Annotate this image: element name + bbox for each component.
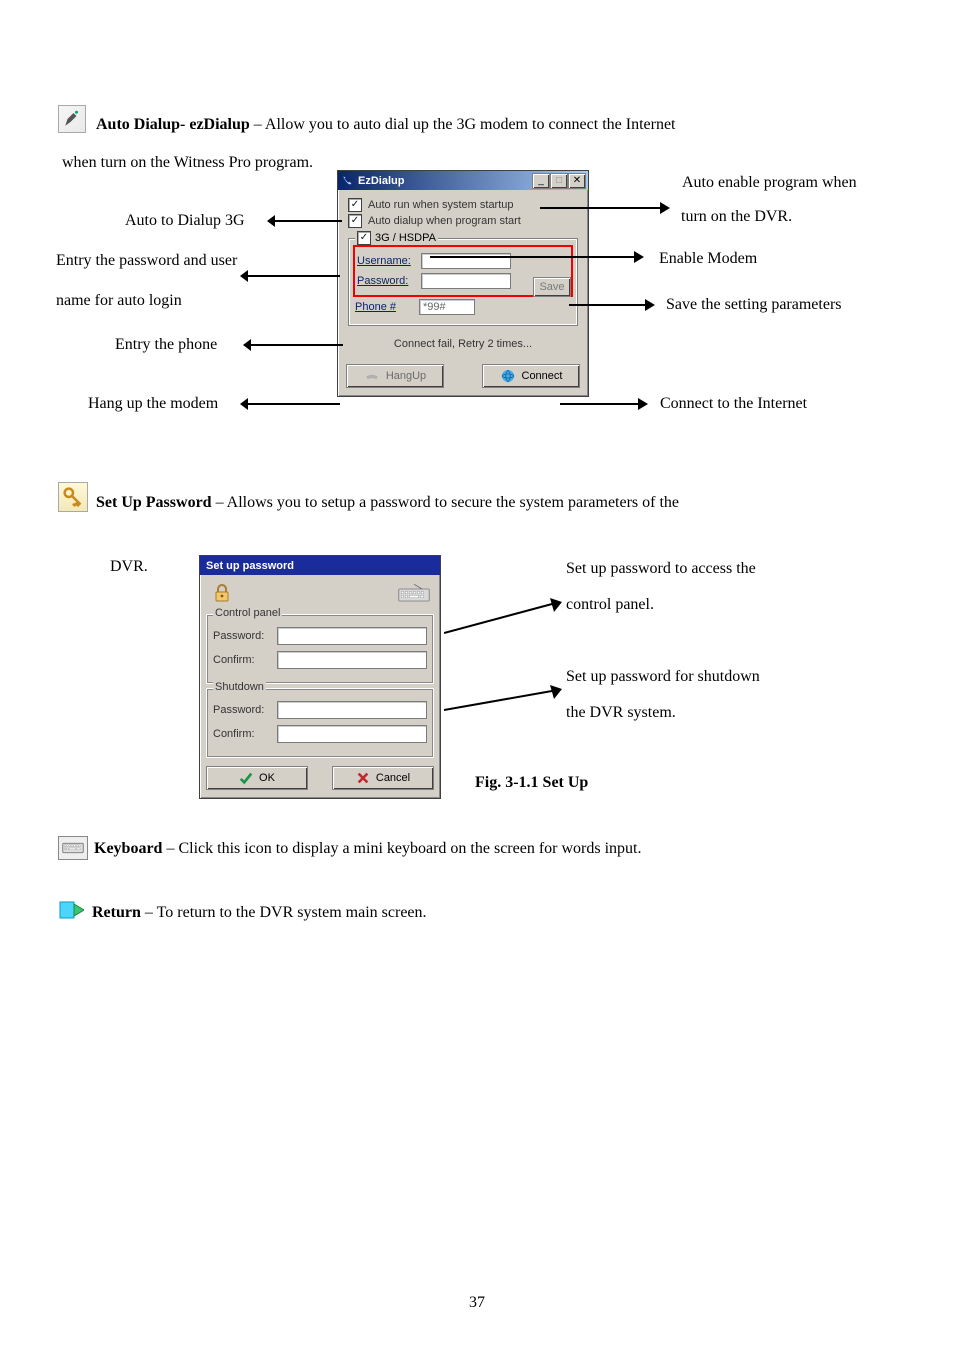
hangup-label: HangUp [386,370,426,382]
hangup-icon [364,368,380,384]
cp-confirm-input[interactable] [277,651,427,669]
arrow-connect [560,397,648,411]
auto-dialup-desc2: when turn on the Witness Pro program. [62,154,313,172]
fig-caption: Fig. 3-1.1 Set Up [475,774,588,792]
setup-password-titlebar[interactable]: Set up password [200,556,440,575]
return-arrow-icon [56,896,84,924]
page-number: 37 [0,1294,954,1312]
auto-dial-label: Auto dialup when program start [368,215,521,227]
callout-auto-dialup: Auto to Dialup 3G [125,212,245,230]
password-label: Password: [357,275,417,287]
keyboard-icon[interactable] [398,583,430,606]
callout-setup-pw-shutdown: Set up password for shutdown [566,668,760,686]
check-icon [239,771,253,785]
minimize-button[interactable]: _ [532,173,550,189]
return-section-icon [56,896,84,929]
set-up-password-heading: Set Up Password – Allows you to setup a … [96,494,679,512]
maximize-button: □ [550,173,568,189]
setup-password-title: Set up password [202,560,438,572]
modem-legend: 3G / HSDPA [375,232,436,244]
callout-turn-on-dvr: turn on the DVR. [681,208,792,226]
ezdialup-title: EzDialup [358,175,532,187]
keyboard-desc: – Click this icon to display a mini keyb… [166,840,641,857]
keyboard-box-icon [62,841,84,855]
save-button[interactable]: Save [533,277,571,297]
keyboard-section-icon [58,836,88,860]
set-up-password-title: Set Up Password [96,494,212,511]
ok-label: OK [259,772,275,784]
cp-confirm-label: Confirm: [213,654,271,666]
keyboard-heading: Keyboard – Click this icon to display a … [94,840,641,858]
pen-icon [63,110,81,128]
callout-entry-pw-user: Entry the password and user [56,252,237,270]
arrow-entry-phone [243,338,343,352]
cancel-button[interactable]: Cancel [332,766,434,790]
callout-control-panel: control panel. [566,596,654,614]
close-button[interactable]: ✕ [568,173,586,189]
username-label: Username: [357,255,417,267]
hangup-button[interactable]: HangUp [346,364,444,388]
sd-confirm-input[interactable] [277,725,427,743]
callout-save-params: Save the setting parameters [666,296,842,314]
status-line: Connect fail, Retry 2 times... [348,332,578,356]
callout-the-dvr-system: the DVR system. [566,704,676,722]
callout-name-auto-login: name for auto login [56,292,182,310]
arrow-auto-dialup [267,214,342,228]
callout-enable-modem: Enable Modem [659,250,757,268]
x-icon [356,771,370,785]
auto-dialup-desc1: – Allow you to auto dial up the 3G modem… [254,116,676,133]
cp-password-label: Password: [213,630,271,642]
connect-button[interactable]: Connect [482,364,580,388]
ok-button[interactable]: OK [206,766,308,790]
password-icon [58,482,88,512]
shutdown-legend: Shutdown [213,681,266,693]
lock-icon [210,581,234,608]
sd-password-input[interactable] [277,701,427,719]
arrow-hangup [240,397,340,411]
control-panel-group: Control panel Password: Confirm: [206,614,434,684]
auto-run-label: Auto run when system startup [368,199,514,211]
sd-password-label: Password: [213,704,271,716]
control-panel-legend: Control panel [213,607,282,619]
arrow-cp [444,598,562,638]
keyboard-title: Keyboard [94,840,162,857]
callout-entry-phone: Entry the phone [115,336,217,354]
return-heading: Return – To return to the DVR system mai… [92,904,427,922]
shutdown-group: Shutdown Password: Confirm: [206,688,434,758]
arrow-entry-pw [240,269,340,283]
ezdialup-titlebar[interactable]: EzDialup _ □ ✕ [338,171,588,190]
phone-label: Phone # [355,301,415,313]
auto-dial-checkbox[interactable]: ✓ [348,214,362,228]
connect-label: Connect [522,370,563,382]
password-input[interactable] [421,273,511,289]
auto-run-checkbox[interactable]: ✓ [348,198,362,212]
callout-setup-pw-access: Set up password to access the [566,560,756,578]
arrow-enable-modem [430,250,644,264]
callout-auto-enable: Auto enable program when [682,174,857,192]
arrow-auto-run [540,198,670,218]
set-up-password-desc: – Allows you to setup a password to secu… [216,494,679,511]
dvr-label: DVR. [110,558,148,576]
callout-connect-internet: Connect to the Internet [660,395,807,413]
arrow-save [569,298,655,312]
setup-password-window: Set up password Control panel Password: … [199,555,441,799]
auto-dialup-title: Auto Dialup- ezDialup [96,116,250,133]
phone-input[interactable] [419,299,475,315]
globe-icon [500,368,516,384]
sd-confirm-label: Confirm: [213,728,271,740]
cp-password-input[interactable] [277,627,427,645]
callout-hangup-modem: Hang up the modem [88,395,218,413]
return-title: Return [92,904,141,921]
arrow-sd [444,685,562,715]
phone-icon [340,174,354,188]
save-label: Save [539,281,564,293]
cancel-label: Cancel [376,772,410,784]
key-icon [63,487,83,507]
modem-checkbox[interactable]: ✓ [357,231,371,245]
auto-dialup-icon [58,105,86,133]
auto-dialup-heading: Auto Dialup- ezDialup – Allow you to aut… [96,116,675,134]
return-desc: – To return to the DVR system main scree… [145,904,427,921]
